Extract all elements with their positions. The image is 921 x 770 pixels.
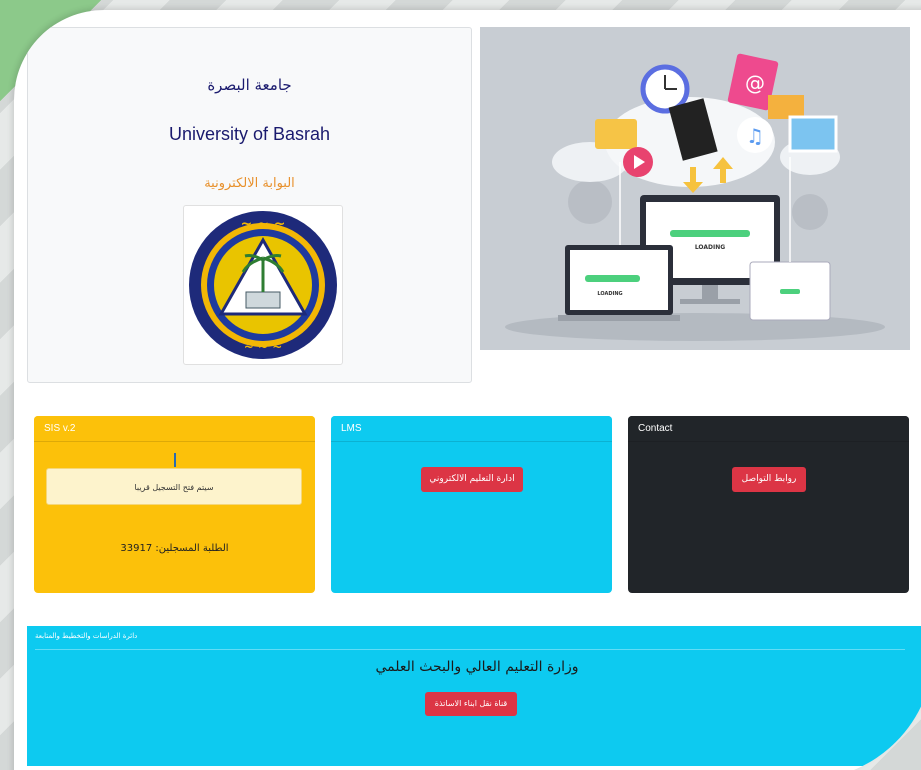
- svg-text:♫: ♫: [746, 124, 764, 148]
- progress-marker: [174, 453, 176, 467]
- ministry-footer: دائرة الدراسات والتخطيط والمتابعة وزارة …: [27, 626, 921, 766]
- lms-card: LMS ادارة التعليم الالكتروني: [331, 416, 612, 593]
- footer-header: دائرة الدراسات والتخطيط والمتابعة: [35, 632, 905, 650]
- ministry-title: وزارة التعليم العالي والبحث العلمي: [375, 659, 579, 675]
- contact-card: Contact روابط التواصل: [628, 416, 909, 593]
- main-frame: جامعة البصرة University of Basrah البواب…: [14, 10, 921, 770]
- svg-text:~ ~ ~: ~ ~ ~: [244, 340, 283, 354]
- lms-button[interactable]: ادارة التعليم الالكتروني: [421, 467, 523, 492]
- contact-links-button[interactable]: روابط التواصل: [732, 467, 806, 492]
- contact-card-title: Contact: [628, 416, 909, 442]
- registered-students: الطلبة المسجلين: 33917: [34, 543, 315, 554]
- arabic-university-title: جامعة البصرة: [207, 76, 292, 94]
- hero-illustration: @ ♫ LOADING LOADING: [480, 27, 910, 350]
- english-university-title: University of Basrah: [168, 124, 331, 144]
- hero-loading-small-text: LOADING: [597, 291, 622, 297]
- university-logo: ~ ~ ~ ~ ~ ~: [183, 205, 343, 365]
- svg-text:@: @: [745, 71, 765, 95]
- lms-card-title: LMS: [331, 416, 612, 442]
- students-label: الطلبة المسجلين:: [155, 543, 229, 554]
- sis-card-title: SIS v.2: [34, 416, 315, 442]
- registration-notice: سيتم فتح التسجيل قريبا: [46, 468, 302, 505]
- svg-text:~ ~ ~: ~ ~ ~: [241, 216, 286, 232]
- transfer-channel-button[interactable]: قناة نقل ابناء الاساتذة: [425, 692, 517, 716]
- sis-card: SIS v.2 سيتم فتح التسجيل قريبا الطلبة ال…: [34, 416, 315, 593]
- hero-loading-text: LOADING: [695, 244, 725, 251]
- university-header-card: جامعة البصرة University of Basrah البواب…: [27, 27, 472, 383]
- portal-title: البوابة الالكترونية: [204, 176, 295, 191]
- students-count: 33917: [120, 543, 153, 554]
